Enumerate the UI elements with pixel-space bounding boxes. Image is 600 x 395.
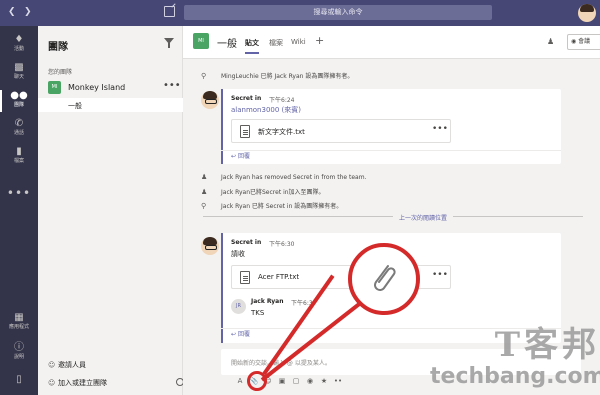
team-more-button[interactable]: ••• bbox=[163, 80, 181, 91]
panel-title: 團隊 bbox=[48, 42, 68, 53]
bell-icon: ♦ bbox=[14, 34, 24, 45]
filter-icon[interactable] bbox=[164, 38, 174, 48]
channel-avatar: MI bbox=[193, 33, 209, 49]
team-avatar: MI bbox=[48, 81, 61, 94]
remove-user-icon: ♟ bbox=[201, 173, 208, 181]
rail-files[interactable]: ▮ 檔案 bbox=[0, 146, 38, 165]
meet-button[interactable]: ◉ 會議 bbox=[567, 34, 600, 50]
files-icon: ▮ bbox=[16, 146, 22, 157]
chat-icon: ▩ bbox=[14, 62, 24, 73]
format-icon[interactable]: A bbox=[233, 377, 247, 385]
conversation-feed: ⚲ MingLeuchie 已將 Jack Ryan 設為團隊擁有者。 Secre… bbox=[183, 59, 600, 395]
people-icon[interactable]: ♟ bbox=[547, 37, 554, 46]
post-card: Secret in 下午6:24 alanmon3000 (來賓) 新文字文件.… bbox=[221, 89, 561, 164]
reply-icon: ↩ bbox=[231, 153, 238, 160]
join-team-icon: ☺ bbox=[48, 379, 56, 387]
system-message: ⚲ MingLeuchie 已將 Jack Ryan 設為團隊擁有者。 bbox=[201, 72, 354, 80]
system-message: ♟ Jack Ryan has removed Secret in from th… bbox=[201, 173, 367, 181]
channel-item-general[interactable]: 一般 bbox=[38, 98, 183, 112]
text-file-icon bbox=[240, 125, 250, 138]
reply-icon: ↩ bbox=[231, 331, 238, 338]
post-time: 下午6:24 bbox=[269, 97, 295, 104]
file-more-button[interactable]: ••• bbox=[432, 270, 448, 280]
rail-apps[interactable]: ▦ 應用程式 bbox=[0, 312, 38, 331]
channel-title: 一般 bbox=[217, 39, 237, 50]
text-file-icon bbox=[240, 271, 250, 284]
paperclip-icon bbox=[374, 265, 396, 291]
file-name: Acer FTP.txt bbox=[258, 273, 300, 281]
file-more-button[interactable]: ••• bbox=[432, 124, 448, 134]
apps-icon: ▦ bbox=[14, 312, 24, 323]
channel-name: 一般 bbox=[68, 102, 82, 110]
gif-icon[interactable]: ▣ bbox=[275, 377, 289, 385]
forward-arrow-icon[interactable]: ❯ bbox=[24, 7, 32, 17]
new-chat-icon[interactable] bbox=[164, 6, 175, 17]
add-tab-button[interactable]: + bbox=[315, 34, 324, 47]
invite-icon: ☺ bbox=[48, 361, 56, 369]
rail-teams[interactable]: ●● 團隊 bbox=[0, 90, 38, 112]
search-input[interactable]: 搜尋或輸入命令 bbox=[184, 5, 492, 20]
reply-text: TKS bbox=[251, 309, 265, 317]
reply-avatar[interactable]: JR bbox=[231, 299, 246, 314]
title-bar: ❮ ❯ 搜尋或輸入命令 bbox=[0, 0, 600, 26]
system-message: ♟ Jack Ryan已將Secret in加入至團隊。 bbox=[201, 188, 325, 196]
avatar[interactable] bbox=[201, 237, 219, 255]
system-message: ⚲ Jack Ryan 已將 Secret in 設為團隊擁有者。 bbox=[201, 202, 343, 210]
rail-mobile[interactable]: ▯ bbox=[0, 374, 38, 386]
last-read-label: 上一次的閱讀位置 bbox=[393, 213, 454, 222]
owner-icon: ⚲ bbox=[201, 202, 207, 210]
rail-activity[interactable]: ♦ 活動 bbox=[0, 34, 38, 53]
section-label: 您的團隊 bbox=[48, 69, 73, 76]
app-rail: ♦ 活動 ▩ 聊天 ●● 團隊 ✆ 通話 ▮ 檔案 ••• ▦ 應用程式 ⓘ 說… bbox=[0, 26, 38, 395]
post-author[interactable]: Secret in bbox=[231, 95, 261, 102]
callout-circle-small bbox=[247, 371, 267, 391]
owner-icon: ⚲ bbox=[201, 72, 207, 80]
channel-header: MI 一般 貼文 檔案 Wiki + ♟ ◉ 會議 bbox=[183, 26, 600, 59]
more-apps-button[interactable]: ••• bbox=[0, 186, 38, 200]
file-name: 新文字文件.txt bbox=[258, 128, 305, 136]
mobile-icon: ▯ bbox=[16, 374, 22, 385]
post-text: 請收 bbox=[231, 250, 245, 258]
teams-panel: 團隊 您的團隊 MI Monkey Island ••• 一般 ☺ 邀請人員 ☺ 加… bbox=[38, 26, 184, 395]
tab-wiki[interactable]: Wiki bbox=[291, 38, 306, 46]
tab-files[interactable]: 檔案 bbox=[269, 38, 283, 48]
reply-button[interactable]: ↩ 回覆 bbox=[221, 328, 561, 341]
join-create-team-button[interactable]: ☺ 加入或建立團隊 bbox=[48, 378, 184, 390]
post-accent bbox=[221, 233, 223, 343]
add-user-icon: ♟ bbox=[201, 188, 208, 196]
rail-chat[interactable]: ▩ 聊天 bbox=[0, 62, 38, 81]
rail-help[interactable]: ⓘ 說明 bbox=[0, 342, 38, 361]
tab-posts[interactable]: 貼文 bbox=[245, 38, 259, 54]
back-arrow-icon[interactable]: ❮ bbox=[8, 7, 16, 17]
meet-now-icon[interactable]: ◉ bbox=[303, 377, 317, 385]
user-avatar[interactable] bbox=[578, 4, 596, 22]
teams-icon: ●● bbox=[10, 90, 28, 101]
file-attachment[interactable]: 新文字文件.txt ••• bbox=[231, 119, 451, 143]
reply-button[interactable]: ↩ 回覆 bbox=[221, 150, 561, 163]
avatar[interactable] bbox=[201, 91, 219, 109]
sticker-icon[interactable]: ▢ bbox=[289, 377, 303, 385]
team-name: Monkey Island bbox=[68, 83, 126, 92]
post-time: 下午6:30 bbox=[269, 241, 295, 248]
praise-icon[interactable]: ★ bbox=[317, 377, 331, 385]
more-options-icon[interactable]: •• bbox=[331, 377, 345, 385]
invite-people-button[interactable]: ☺ 邀請人員 bbox=[48, 360, 178, 372]
help-icon: ⓘ bbox=[14, 342, 24, 353]
post-text: alanmon3000 (來賓) bbox=[231, 106, 301, 114]
post-author[interactable]: Secret in bbox=[231, 239, 261, 246]
team-item[interactable]: MI Monkey Island ••• bbox=[38, 78, 183, 98]
rail-calls[interactable]: ✆ 通話 bbox=[0, 118, 38, 137]
reply-author[interactable]: Jack Ryan bbox=[251, 298, 284, 305]
phone-icon: ✆ bbox=[14, 118, 24, 129]
